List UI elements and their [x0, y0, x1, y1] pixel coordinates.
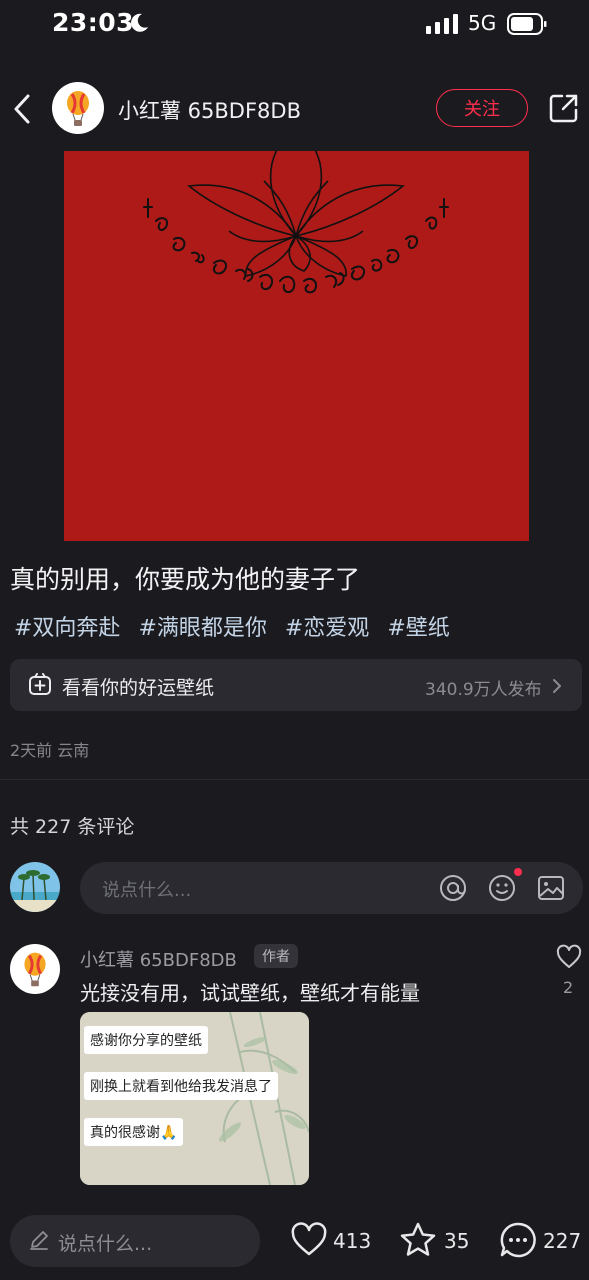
tag-link[interactable]: #壁纸: [387, 610, 449, 642]
signal-icon: [426, 14, 458, 34]
battery-icon: [507, 13, 547, 35]
post-meta: 2天前 云南: [10, 741, 90, 760]
my-avatar[interactable]: [10, 862, 60, 912]
comment-like-count: 2: [563, 978, 574, 997]
tag-link[interactable]: #满眼都是你: [138, 610, 266, 642]
status-time: 23:03: [52, 8, 135, 37]
chevron-right-icon: [553, 679, 561, 693]
comment-icon[interactable]: [499, 1221, 537, 1259]
like-count: 413: [333, 1229, 372, 1253]
comment-text: 光接没有用，试试壁纸，壁纸才有能量: [80, 981, 420, 1005]
comment-image[interactable]: 感谢你分享的壁纸 刚换上就看到他给我发消息了 真的很感谢🙏: [80, 1012, 309, 1185]
beach-avatar-image: [10, 862, 60, 912]
post-title: 真的别用，你要成为他的妻子了: [10, 565, 361, 594]
comment-author[interactable]: 小红薯 65BDF8DB: [80, 946, 237, 972]
comment-total: 227: [543, 1229, 582, 1253]
chat-bubble: 刚换上就看到他给我发消息了: [84, 1072, 278, 1100]
wallpaper-add-icon: [29, 673, 51, 695]
promo-count: 340.9万人发布: [425, 680, 542, 700]
share-icon[interactable]: [549, 93, 579, 123]
tag-list: #双向奔赴 #满眼都是你 #恋爱观 #壁纸: [14, 610, 450, 642]
emoji-icon[interactable]: [487, 873, 517, 903]
back-arrow-icon[interactable]: [10, 92, 34, 126]
author-badge: 作者: [254, 944, 298, 968]
comment-like-icon[interactable]: [556, 944, 582, 970]
chat-bubble: 真的很感谢🙏: [84, 1118, 184, 1146]
like-icon[interactable]: [290, 1221, 328, 1259]
promo-text: 看看你的好运壁纸: [62, 677, 215, 699]
tag-link[interactable]: #恋爱观: [285, 610, 369, 642]
network-label: 5G: [468, 11, 497, 35]
star-count: 35: [444, 1229, 470, 1253]
author-avatar[interactable]: [52, 82, 104, 134]
star-icon[interactable]: [399, 1221, 437, 1259]
bottom-input-placeholder[interactable]: 说点什么...: [58, 1229, 152, 1256]
chat-bubble: 感谢你分享的壁纸: [84, 1026, 208, 1054]
pencil-icon: [30, 1231, 48, 1250]
follow-button[interactable]: 关注: [436, 89, 528, 127]
notification-dot: [514, 868, 522, 876]
at-mention-icon[interactable]: [438, 873, 468, 903]
balloon-icon: [24, 952, 46, 987]
balloon-icon: [67, 91, 89, 126]
divider: [0, 779, 589, 780]
comment-count: 共 227 条评论: [10, 816, 135, 838]
post-image[interactable]: [64, 151, 529, 541]
tag-link[interactable]: #双向奔赴: [14, 610, 120, 642]
image-icon[interactable]: [536, 873, 566, 903]
comment-avatar[interactable]: [10, 944, 60, 994]
comment-input-placeholder[interactable]: 说点什么...: [102, 876, 191, 902]
moon-icon: [131, 13, 148, 32]
author-name[interactable]: 小红薯 65BDF8DB: [118, 95, 301, 125]
lotus-illustration: [143, 151, 449, 294]
